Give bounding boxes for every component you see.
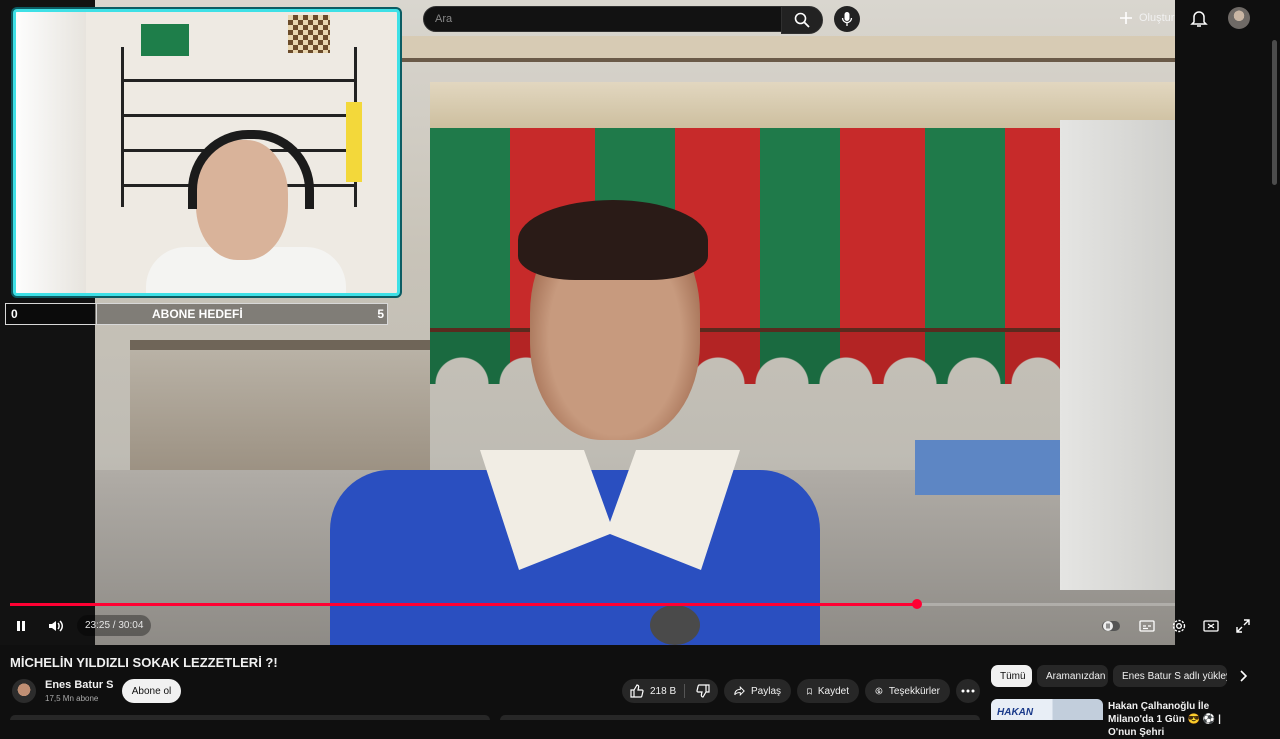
subscribe-button[interactable]: Abone ol xyxy=(122,679,181,703)
like-dislike-group: 218 B xyxy=(622,679,718,703)
progress-bar[interactable] xyxy=(10,599,1175,609)
channel-name[interactable]: Enes Batur S xyxy=(45,679,113,691)
gear-icon xyxy=(1172,619,1186,633)
more-horizontal-icon xyxy=(961,689,975,693)
autoplay-toggle[interactable] xyxy=(1101,616,1121,636)
recommended-thumb-text: HAKAN xyxy=(997,707,1034,718)
plus-icon xyxy=(1120,12,1132,24)
voice-search-button[interactable] xyxy=(834,6,860,32)
save-label: Kaydet xyxy=(817,685,849,697)
volume-icon xyxy=(49,620,63,632)
settings-button[interactable] xyxy=(1169,616,1189,636)
subscriber-goal-bar: 0 ABONE HEDEFİ 5 xyxy=(5,303,388,325)
autoplay-toggle-icon xyxy=(1102,621,1120,631)
create-label: Oluştur xyxy=(1139,12,1175,24)
description-preview xyxy=(0,713,980,720)
create-button[interactable]: Oluştur xyxy=(1119,7,1174,29)
page-scrollbar[interactable] xyxy=(1272,40,1277,185)
goal-label: ABONE HEDEFİ xyxy=(152,307,243,321)
bell-icon xyxy=(1190,11,1208,27)
miniplayer-button[interactable] xyxy=(1201,616,1221,636)
video-title: MİCHELİN YILDIZLI SOKAK LEZZETLERİ ?! xyxy=(10,655,278,670)
search-input[interactable]: Ara xyxy=(423,6,783,32)
goal-end-value: 5 xyxy=(377,307,384,321)
chip-all[interactable]: Tümü xyxy=(991,665,1032,687)
channel-avatar[interactable] xyxy=(12,679,36,703)
volume-button[interactable] xyxy=(46,616,66,636)
thanks-label: Teşekkürler xyxy=(888,685,940,697)
thumbs-up-icon xyxy=(630,684,644,698)
bookmark-icon xyxy=(807,688,812,695)
fullscreen-button[interactable] xyxy=(1233,616,1253,636)
like-button[interactable]: 218 B xyxy=(622,679,676,703)
pause-button[interactable] xyxy=(11,616,31,636)
subtitles-button[interactable] xyxy=(1137,616,1157,636)
recommended-video-thumbnail[interactable]: HAKAN xyxy=(991,699,1103,720)
fullscreen-icon xyxy=(1236,619,1250,633)
subtitles-icon xyxy=(1139,620,1155,632)
subscriber-count: 17,5 Mn abone xyxy=(45,694,99,703)
time-display: 23:25 / 30:04 xyxy=(77,615,152,636)
chip-from-search[interactable]: Aramanızdan xyxy=(1037,665,1108,687)
share-icon xyxy=(734,685,745,697)
goal-start-value: 0 xyxy=(11,307,18,321)
dislike-button[interactable] xyxy=(688,679,718,703)
chip-channel[interactable]: Enes Batur S adlı yükleyi xyxy=(1113,665,1227,687)
streamer-webcam-overlay xyxy=(13,9,400,296)
pause-icon xyxy=(17,621,25,631)
account-avatar[interactable] xyxy=(1228,7,1250,29)
search-icon xyxy=(794,12,810,28)
microphone-icon xyxy=(841,12,853,26)
super-thanks-icon xyxy=(875,687,883,695)
share-button[interactable]: Paylaş xyxy=(724,679,791,703)
miniplayer-icon xyxy=(1203,620,1219,632)
notifications-button[interactable] xyxy=(1190,8,1210,28)
search-placeholder: Ara xyxy=(435,13,453,25)
more-actions-button[interactable] xyxy=(956,679,980,703)
thumbs-down-icon xyxy=(696,684,710,698)
video-player[interactable]: 0 ABONE HEDEFİ 5 23:25 / 30:04 xyxy=(0,0,1280,645)
progress-played xyxy=(10,603,918,606)
search-button[interactable] xyxy=(781,6,823,34)
save-button[interactable]: Kaydet xyxy=(797,679,859,703)
chevron-right-icon xyxy=(1240,670,1247,682)
share-label: Paylaş xyxy=(750,685,781,697)
chips-next-button[interactable] xyxy=(1234,667,1252,685)
like-count: 218 B xyxy=(650,685,677,697)
thanks-button[interactable]: Teşekkürler xyxy=(865,679,950,703)
